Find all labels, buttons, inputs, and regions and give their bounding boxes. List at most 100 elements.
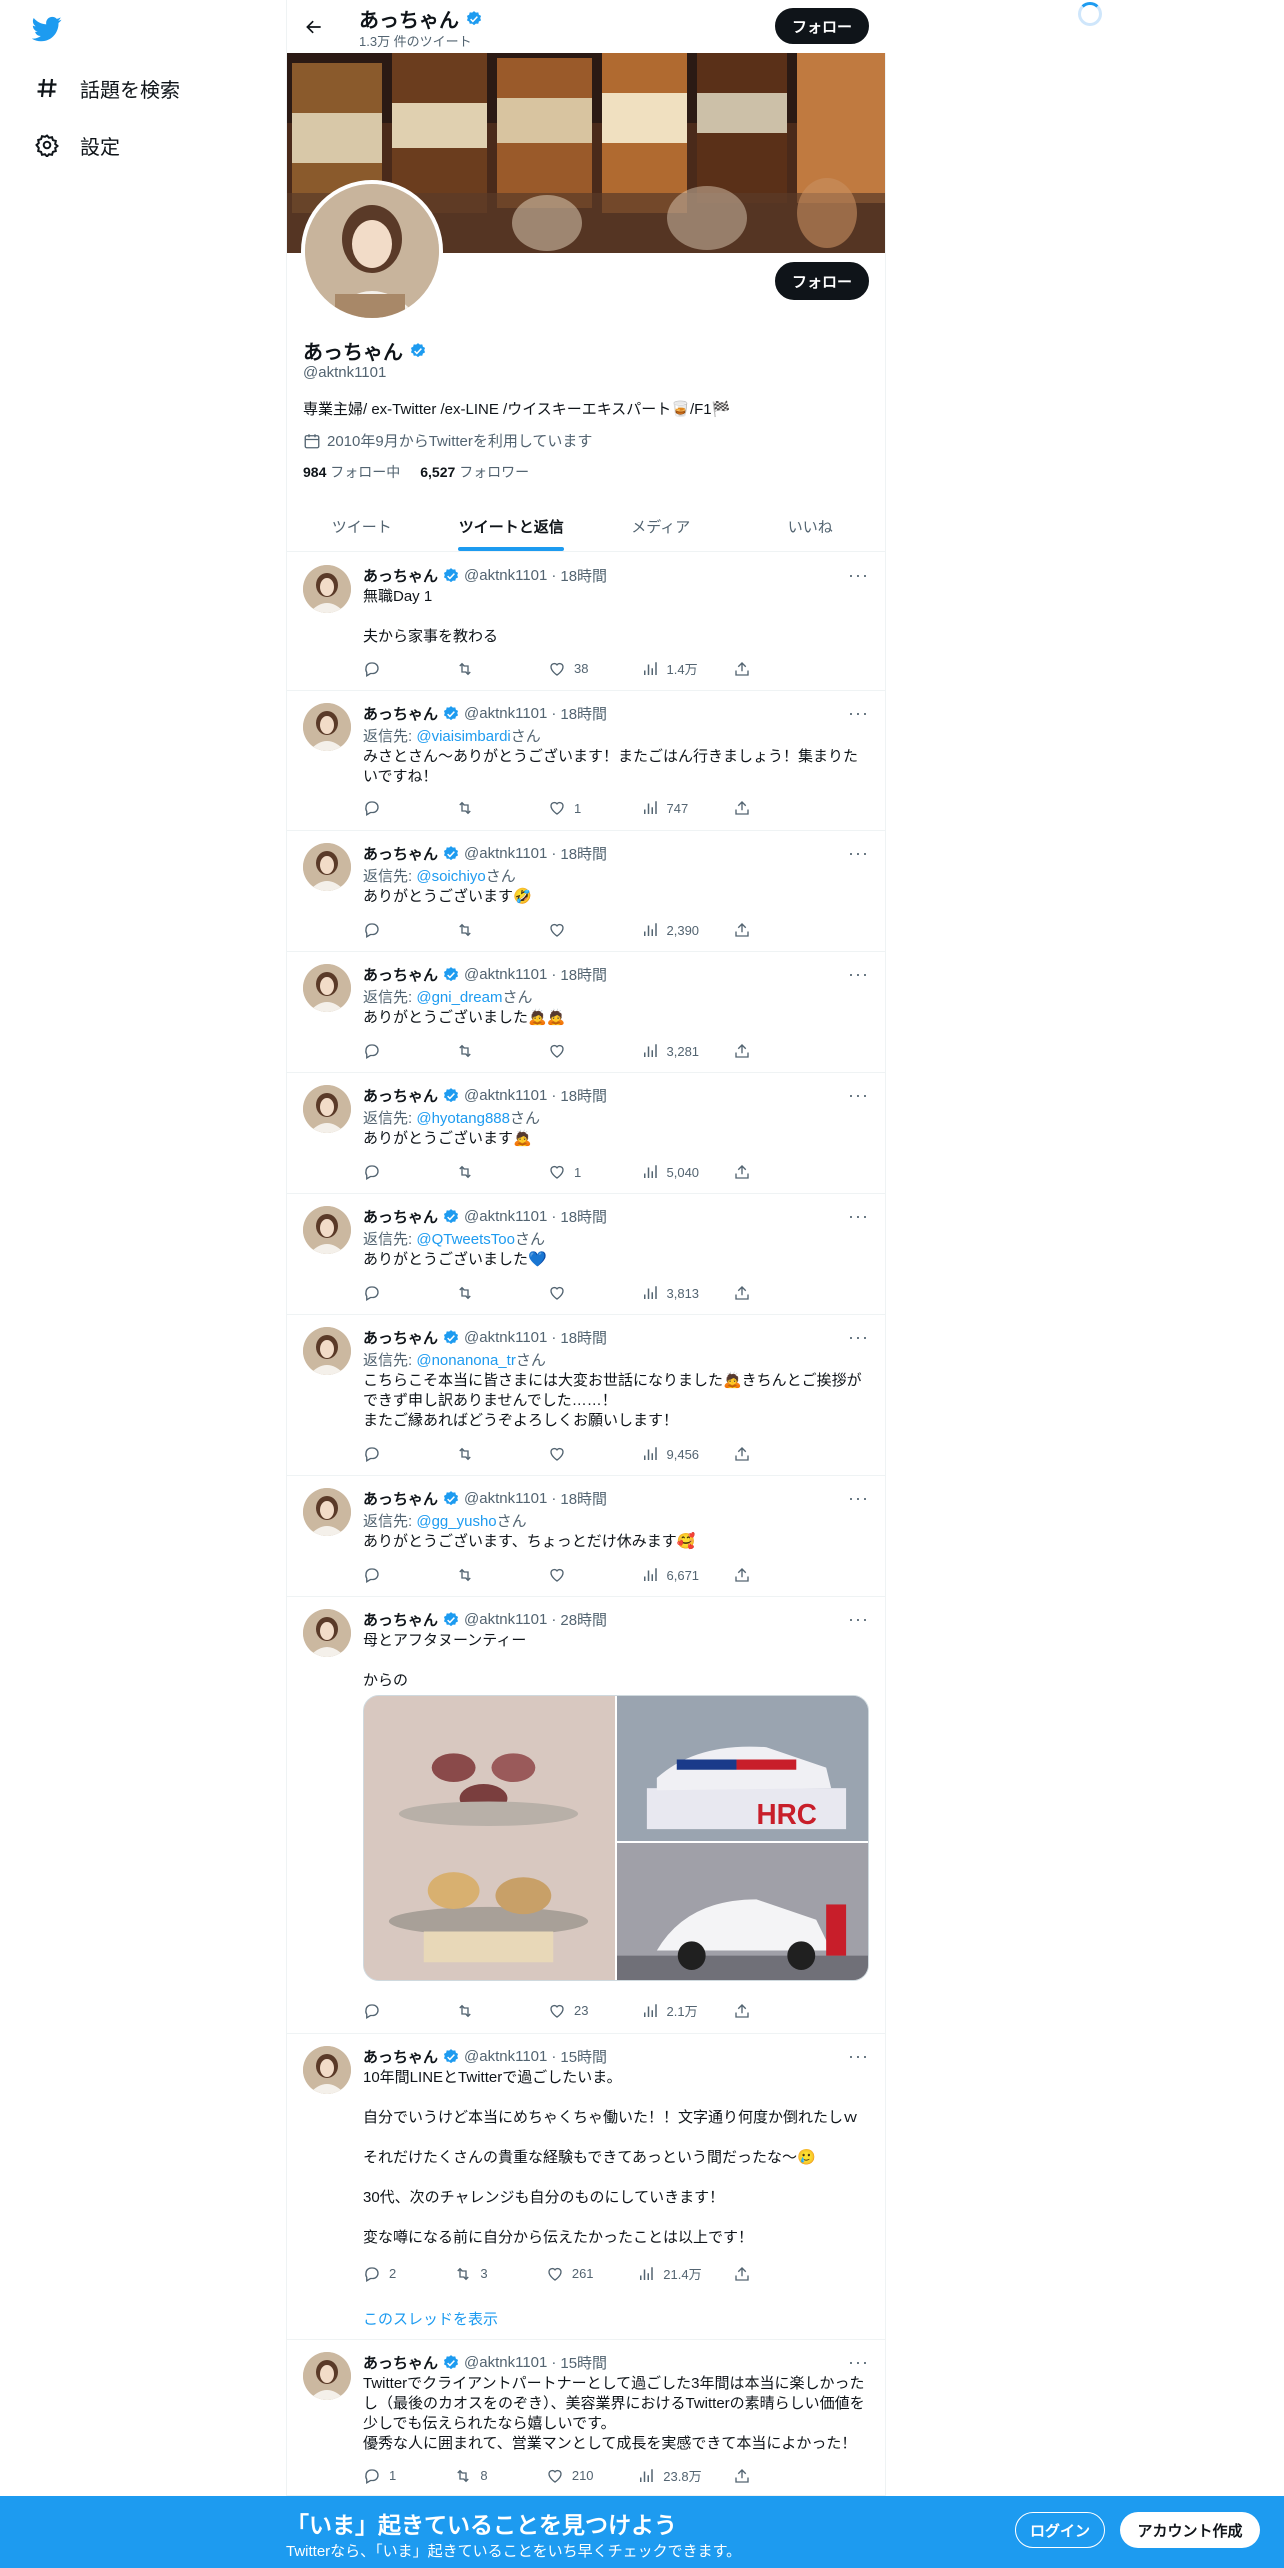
views-button[interactable]: 6,671 bbox=[641, 1566, 701, 1584]
retweet-button[interactable]: 8 bbox=[454, 2466, 514, 2485]
share-button[interactable] bbox=[733, 2264, 793, 2283]
retweet-button[interactable] bbox=[456, 1042, 516, 1060]
tweet-time[interactable]: 18時間 bbox=[560, 1085, 607, 1106]
tweet-avatar[interactable] bbox=[303, 565, 351, 613]
like-button[interactable]: 261 bbox=[546, 2264, 606, 2283]
media-race-car[interactable]: HRC bbox=[617, 1696, 868, 1842]
tweet-avatar[interactable] bbox=[303, 2046, 351, 2094]
tweet[interactable]: あっちゃん @aktnk1101 · 18時間 ··· 返信先: @viaisimbard… bbox=[287, 691, 885, 831]
views-button[interactable]: 2.1万 bbox=[641, 2001, 701, 2020]
more-icon[interactable]: ··· bbox=[848, 2046, 869, 2067]
reply-button[interactable]: 1 bbox=[363, 2466, 423, 2485]
like-button[interactable]: 23 bbox=[548, 2001, 608, 2020]
more-icon[interactable]: ··· bbox=[848, 1206, 869, 1227]
views-button[interactable]: 1.4万 bbox=[641, 659, 701, 678]
tweet-author-name[interactable]: あっちゃん bbox=[363, 1327, 438, 1348]
tweet[interactable]: あっちゃん @aktnk1101 · 18時間 ··· 無職Day 1 夫から家事を教わる… bbox=[287, 553, 885, 691]
views-button[interactable]: 3,281 bbox=[641, 1042, 701, 1060]
retweet-button[interactable] bbox=[456, 1163, 516, 1181]
retweet-button[interactable] bbox=[456, 921, 516, 939]
more-icon[interactable]: ··· bbox=[848, 964, 869, 985]
tab-likes[interactable]: いいね bbox=[736, 498, 886, 551]
tweet-time[interactable]: 18時間 bbox=[560, 1488, 607, 1509]
share-button[interactable] bbox=[733, 1566, 793, 1584]
reply-to-link[interactable]: @viaisimbardi bbox=[416, 728, 510, 745]
tweet-time[interactable]: 18時間 bbox=[560, 843, 607, 864]
retweet-button[interactable] bbox=[456, 1445, 516, 1463]
nav-explore[interactable]: 話題を検索 bbox=[34, 68, 180, 108]
share-button[interactable] bbox=[733, 1042, 793, 1060]
following-link[interactable]: 984 フォロー中 bbox=[303, 462, 400, 482]
retweet-button[interactable] bbox=[456, 799, 516, 817]
tweet-author-name[interactable]: あっちゃん bbox=[363, 964, 438, 985]
reply-to-link[interactable]: @gni_dream bbox=[416, 989, 502, 1006]
share-button[interactable] bbox=[733, 2001, 793, 2020]
login-button[interactable]: ログイン bbox=[1015, 2512, 1105, 2548]
like-button[interactable]: 38 bbox=[548, 659, 608, 678]
share-button[interactable] bbox=[733, 1163, 793, 1181]
reply-button[interactable] bbox=[363, 1566, 423, 1584]
tab-media[interactable]: メディア bbox=[586, 498, 736, 551]
views-button[interactable]: 3,813 bbox=[641, 1284, 701, 1302]
reply-to-link[interactable]: @nonanona_tr bbox=[416, 1352, 515, 1369]
like-button[interactable]: 1 bbox=[548, 1163, 608, 1181]
more-icon[interactable]: ··· bbox=[848, 843, 869, 864]
tweet-media-grid[interactable]: HRC bbox=[363, 1695, 869, 1981]
media-afternoon-tea[interactable] bbox=[364, 1696, 615, 1980]
reply-to-link[interactable]: @gg_yusho bbox=[416, 1513, 496, 1530]
tweet-avatar[interactable] bbox=[303, 843, 351, 891]
share-button[interactable] bbox=[733, 799, 793, 817]
tab-tweets[interactable]: ツイート bbox=[287, 498, 437, 551]
views-button[interactable]: 2,390 bbox=[641, 921, 701, 939]
reply-button[interactable] bbox=[363, 1445, 423, 1463]
tweet-time[interactable]: 18時間 bbox=[560, 1327, 607, 1348]
tweet-time[interactable]: 18時間 bbox=[560, 964, 607, 985]
tweet-author-name[interactable]: あっちゃん bbox=[363, 843, 438, 864]
reply-to-link[interactable]: @hyotang888 bbox=[416, 1110, 510, 1127]
like-button[interactable] bbox=[548, 1042, 608, 1060]
reply-button[interactable] bbox=[363, 921, 423, 939]
share-button[interactable] bbox=[733, 1284, 793, 1302]
share-button[interactable] bbox=[733, 659, 793, 678]
tweet-time[interactable]: 15時間 bbox=[560, 2352, 607, 2373]
tweet-avatar[interactable] bbox=[303, 1488, 351, 1536]
more-icon[interactable]: ··· bbox=[848, 565, 869, 586]
show-thread-link[interactable]: このスレッドを表示 bbox=[363, 2308, 498, 2329]
tweet-author-name[interactable]: あっちゃん bbox=[363, 1206, 438, 1227]
tweet[interactable]: あっちゃん @aktnk1101 · 18時間 ··· 返信先: @gni_dreamさん… bbox=[287, 952, 885, 1073]
more-icon[interactable]: ··· bbox=[848, 1488, 869, 1509]
views-button[interactable]: 21.4万 bbox=[637, 2264, 702, 2283]
profile-follow-button[interactable]: フォロー bbox=[775, 262, 869, 300]
reply-to-link[interactable]: @QTweetsToo bbox=[416, 1231, 515, 1248]
tweet-author-handle[interactable]: @aktnk1101 bbox=[464, 567, 547, 584]
views-button[interactable]: 5,040 bbox=[641, 1163, 701, 1181]
reply-button[interactable] bbox=[363, 1163, 423, 1181]
tweet-author-handle[interactable]: @aktnk1101 bbox=[464, 845, 547, 862]
tweet-author-handle[interactable]: @aktnk1101 bbox=[464, 1087, 547, 1104]
more-icon[interactable]: ··· bbox=[848, 1327, 869, 1348]
reply-button[interactable] bbox=[363, 1042, 423, 1060]
tweet-author-name[interactable]: あっちゃん bbox=[363, 565, 438, 586]
tweet-author-handle[interactable]: @aktnk1101 bbox=[464, 1490, 547, 1507]
like-button[interactable] bbox=[548, 921, 608, 939]
tab-tweets-and-replies[interactable]: ツイートと返信 bbox=[437, 498, 587, 551]
tweet-author-handle[interactable]: @aktnk1101 bbox=[464, 705, 547, 722]
followers-link[interactable]: 6,527 フォロワー bbox=[420, 462, 529, 482]
tweet[interactable]: あっちゃん @aktnk1101 · 18時間 ··· 返信先: @hyotang888さ… bbox=[287, 1073, 885, 1194]
tweet[interactable]: あっちゃん @aktnk1101 · 18時間 ··· 返信先: @soichiyoさんあ… bbox=[287, 831, 885, 952]
like-button[interactable] bbox=[548, 1445, 608, 1463]
tweet-author-handle[interactable]: @aktnk1101 bbox=[464, 1329, 547, 1346]
reply-button[interactable] bbox=[363, 799, 423, 817]
back-arrow-icon[interactable] bbox=[299, 12, 329, 42]
tweet-author-name[interactable]: あっちゃん bbox=[363, 1085, 438, 1106]
tweet[interactable]: あっちゃん @aktnk1101 · 18時間 ··· 返信先: @nonanona_tr… bbox=[287, 1315, 885, 1476]
retweet-button[interactable] bbox=[456, 1284, 516, 1302]
reply-button[interactable] bbox=[363, 2001, 423, 2020]
like-button[interactable]: 210 bbox=[546, 2466, 606, 2485]
media-white-car[interactable] bbox=[617, 1843, 868, 1980]
tweet-time[interactable]: 18時間 bbox=[560, 1206, 607, 1227]
tweet-author-handle[interactable]: @aktnk1101 bbox=[464, 1208, 547, 1225]
nav-settings[interactable]: 設定 bbox=[34, 125, 120, 165]
tweet-author-name[interactable]: あっちゃん bbox=[363, 1488, 438, 1509]
share-button[interactable] bbox=[733, 921, 793, 939]
